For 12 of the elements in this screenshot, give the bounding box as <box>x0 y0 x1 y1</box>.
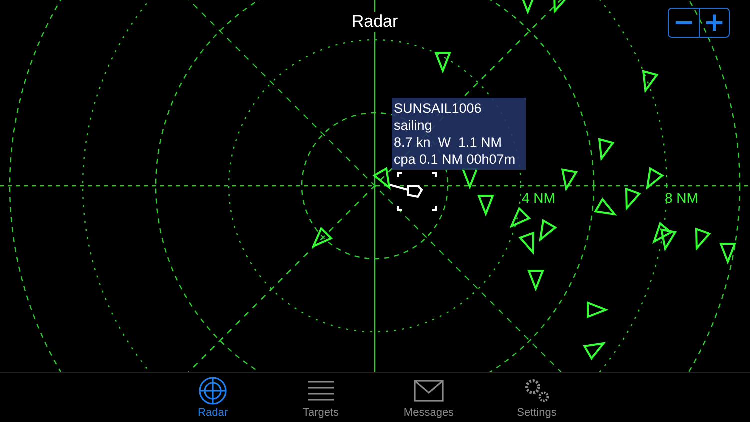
vessel-motion: 8.7 kn W 1.1 NM <box>394 134 504 151</box>
tab[interactable]: Targets <box>286 373 356 422</box>
tab[interactable]: Settings <box>502 373 572 422</box>
range-label: 4 NM <box>522 190 556 206</box>
tab[interactable]: Radar <box>178 373 248 422</box>
zoom-out-button[interactable]: − <box>669 9 699 37</box>
range-label: 8 NM <box>665 190 698 206</box>
vessel-name: SUNSAIL1006 <box>394 100 483 117</box>
vessel-status: sailing <box>394 117 434 134</box>
vessel-cpa: cpa 0.1 NM 00h07m <box>394 151 517 168</box>
zoom-in-button[interactable]: + <box>699 9 729 37</box>
tab[interactable]: Messages <box>394 373 464 422</box>
